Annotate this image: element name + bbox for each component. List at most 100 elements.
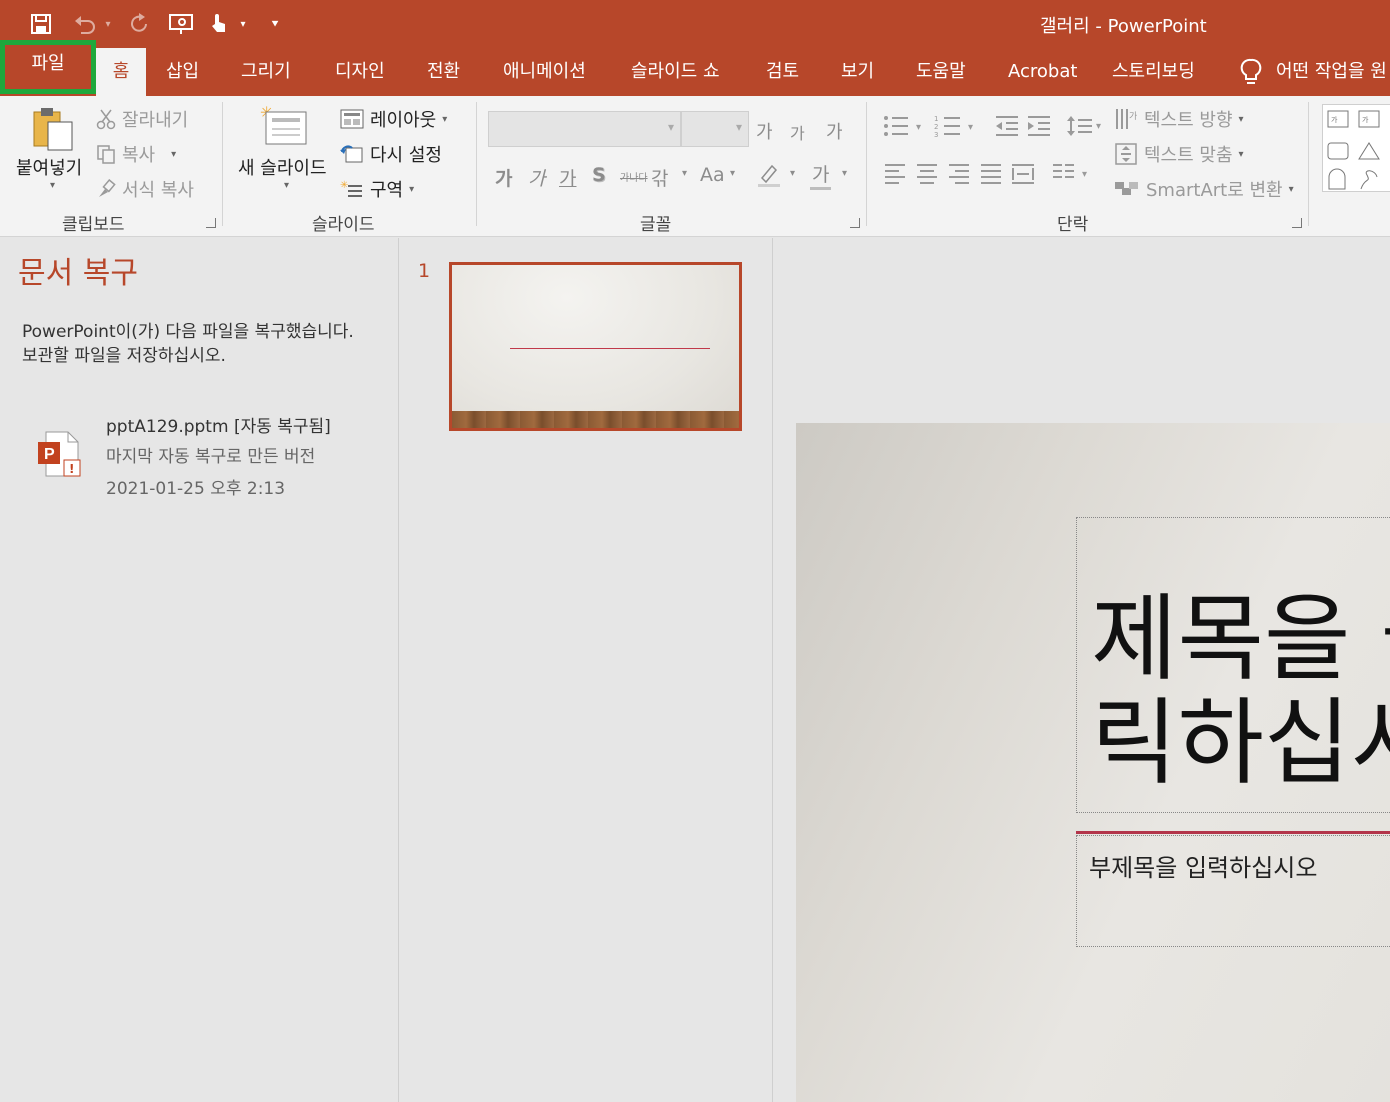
scissors-icon xyxy=(96,109,116,130)
tab-view[interactable]: 보기 xyxy=(841,48,874,96)
distributed-icon[interactable] xyxy=(1011,162,1035,188)
font-name-dropdown[interactable] xyxy=(488,111,681,147)
subtitle-placeholder-text: 부제목을 입력하십시오 xyxy=(1089,854,1318,882)
svg-text:가: 가 xyxy=(1362,115,1369,124)
align-left-icon[interactable] xyxy=(884,162,906,188)
svg-text:▾: ▾ xyxy=(1082,169,1087,180)
shrink-font-button[interactable]: 가 xyxy=(790,120,805,144)
shadow-button[interactable]: S xyxy=(592,164,606,186)
save-icon[interactable] xyxy=(26,8,56,40)
thumbnail-wood-floor xyxy=(452,411,739,428)
tell-me-box[interactable]: 어떤 작업을 원 xyxy=(1240,48,1387,96)
lightbulb-icon xyxy=(1240,58,1262,84)
tab-insert[interactable]: 삽입 xyxy=(166,48,199,96)
tab-home[interactable]: 홈 xyxy=(96,48,146,96)
tab-review[interactable]: 검토 xyxy=(766,48,799,96)
paste-dropdown-icon[interactable]: ▾ xyxy=(50,180,55,191)
svg-text:가: 가 xyxy=(1129,111,1137,122)
slide-number: 1 xyxy=(418,260,431,282)
align-right-icon[interactable] xyxy=(948,162,970,188)
smartart-button[interactable]: SmartArt로 변환 ▾ xyxy=(1114,176,1294,202)
thumbnail-accent-line xyxy=(510,348,710,349)
grow-font-button[interactable]: 가 xyxy=(756,118,773,144)
highlight-dropdown-icon[interactable]: ▾ xyxy=(790,168,795,179)
numbering-icon[interactable]: 1 2 3 ▾ xyxy=(934,114,978,142)
recovered-file-item[interactable]: P! pptA129.pptm [자동 복구됨] 마지막 자동 복구로 만든 버… xyxy=(36,408,376,499)
new-slide-button[interactable]: 새 슬라이드 xyxy=(238,154,327,180)
recovered-file-version: 마지막 자동 복구로 만든 버전 xyxy=(106,447,316,467)
justify-icon[interactable] xyxy=(980,162,1002,188)
character-spacing-dropdown-icon[interactable]: ▾ xyxy=(682,168,687,179)
smartart-dropdown-icon: ▾ xyxy=(1288,183,1294,195)
tab-draw[interactable]: 그리기 xyxy=(241,48,291,96)
redo-icon[interactable] xyxy=(124,8,154,40)
new-slide-dropdown-icon[interactable]: ▾ xyxy=(284,180,289,191)
change-case-button[interactable]: Aa xyxy=(700,164,725,186)
customize-qat-icon[interactable]: ⯆ xyxy=(266,8,284,40)
tab-help[interactable]: 도움말 xyxy=(916,48,966,96)
touch-mode-dropdown-icon[interactable]: ▾ xyxy=(236,8,250,40)
change-case-dropdown-icon[interactable]: ▾ xyxy=(730,168,735,179)
tab-transitions[interactable]: 전환 xyxy=(427,48,460,96)
strikethrough-button[interactable]: 가나다 xyxy=(620,169,648,184)
line-spacing-icon[interactable]: ▾ xyxy=(1066,114,1106,142)
tab-storyboard[interactable]: 스토리보딩 xyxy=(1112,48,1195,96)
slide-canvas[interactable]: 제목을 클 릭하십시 부제목을 입력하십시오 xyxy=(796,423,1390,1102)
increase-indent-icon[interactable] xyxy=(1026,114,1052,142)
tab-file[interactable]: 파일 xyxy=(0,40,96,94)
format-painter-button[interactable]: 서식 복사 xyxy=(96,176,194,202)
svg-text:3: 3 xyxy=(934,131,938,138)
tab-animations[interactable]: 애니메이션 xyxy=(503,48,586,96)
svg-text:✳: ✳ xyxy=(340,180,348,191)
title-accent-line xyxy=(1076,831,1390,834)
subtitle-placeholder[interactable]: 부제목을 입력하십시오 xyxy=(1076,835,1390,947)
font-size-dropdown[interactable] xyxy=(681,111,749,147)
present-from-start-icon[interactable] xyxy=(166,8,196,40)
undo-icon[interactable] xyxy=(70,8,100,40)
reset-button[interactable]: 다시 설정 xyxy=(340,141,442,167)
shapes-gallery[interactable]: 가 가 xyxy=(1322,104,1390,192)
tab-design[interactable]: 디자인 xyxy=(335,48,385,96)
font-color-button[interactable]: 가 xyxy=(810,160,832,190)
undo-dropdown-icon[interactable]: ▾ xyxy=(100,8,116,40)
font-color-dropdown-icon[interactable]: ▾ xyxy=(842,168,847,179)
recovery-title: 문서 복구 xyxy=(18,256,138,291)
italic-button[interactable]: 가 xyxy=(528,164,545,191)
slide-thumbnail[interactable] xyxy=(449,262,742,431)
highlight-icon[interactable] xyxy=(756,162,784,192)
align-text-button[interactable]: 텍스트 맞춤 ▾ xyxy=(1114,141,1244,167)
paste-button[interactable]: 붙여넣기 xyxy=(16,154,82,180)
new-slide-icon[interactable]: ✳ xyxy=(260,103,310,152)
text-direction-dropdown-icon: ▾ xyxy=(1238,113,1244,125)
tab-slideshow[interactable]: 슬라이드 쇼 xyxy=(631,48,720,96)
paste-icon[interactable] xyxy=(32,106,76,156)
underline-button[interactable]: 가 xyxy=(559,164,576,191)
bullets-icon[interactable]: ▾ xyxy=(882,114,926,142)
touch-mode-icon[interactable] xyxy=(206,8,232,40)
slide-thumbnails-pane: 1 xyxy=(400,238,773,1102)
svg-text:▾: ▾ xyxy=(968,122,973,133)
copy-button[interactable]: 복사 ▾ xyxy=(96,141,176,167)
svg-text:1: 1 xyxy=(934,115,938,123)
cut-button[interactable]: 잘라내기 xyxy=(96,106,188,132)
bold-button[interactable]: 가 xyxy=(495,164,512,191)
clear-formatting-button[interactable]: 가 xyxy=(826,118,843,144)
title-placeholder[interactable]: 제목을 클 릭하십시 xyxy=(1076,517,1390,813)
copy-dropdown-icon[interactable]: ▾ xyxy=(171,149,176,160)
columns-icon[interactable]: ▾ xyxy=(1052,162,1092,188)
paragraph-launcher-icon[interactable] xyxy=(1292,218,1302,228)
character-spacing-button[interactable]: 갂 xyxy=(651,164,668,191)
clipboard-launcher-icon[interactable] xyxy=(206,218,216,228)
smartart-icon xyxy=(1115,182,1138,195)
copy-icon xyxy=(97,145,115,164)
tab-acrobat[interactable]: Acrobat xyxy=(1008,48,1077,96)
layout-button[interactable]: 레이아웃 ▾ xyxy=(340,106,447,132)
text-direction-button[interactable]: 가 텍스트 방향 ▾ xyxy=(1114,106,1244,132)
font-launcher-icon[interactable] xyxy=(850,218,860,228)
decrease-indent-icon[interactable] xyxy=(994,114,1020,142)
svg-text:2: 2 xyxy=(934,123,938,131)
reset-label: 다시 설정 xyxy=(370,145,442,166)
section-button[interactable]: ✳ 구역 ▾ xyxy=(340,176,414,202)
recovered-file-name: pptA129.pptm [자동 복구됨] xyxy=(106,417,331,437)
align-center-icon[interactable] xyxy=(916,162,938,188)
